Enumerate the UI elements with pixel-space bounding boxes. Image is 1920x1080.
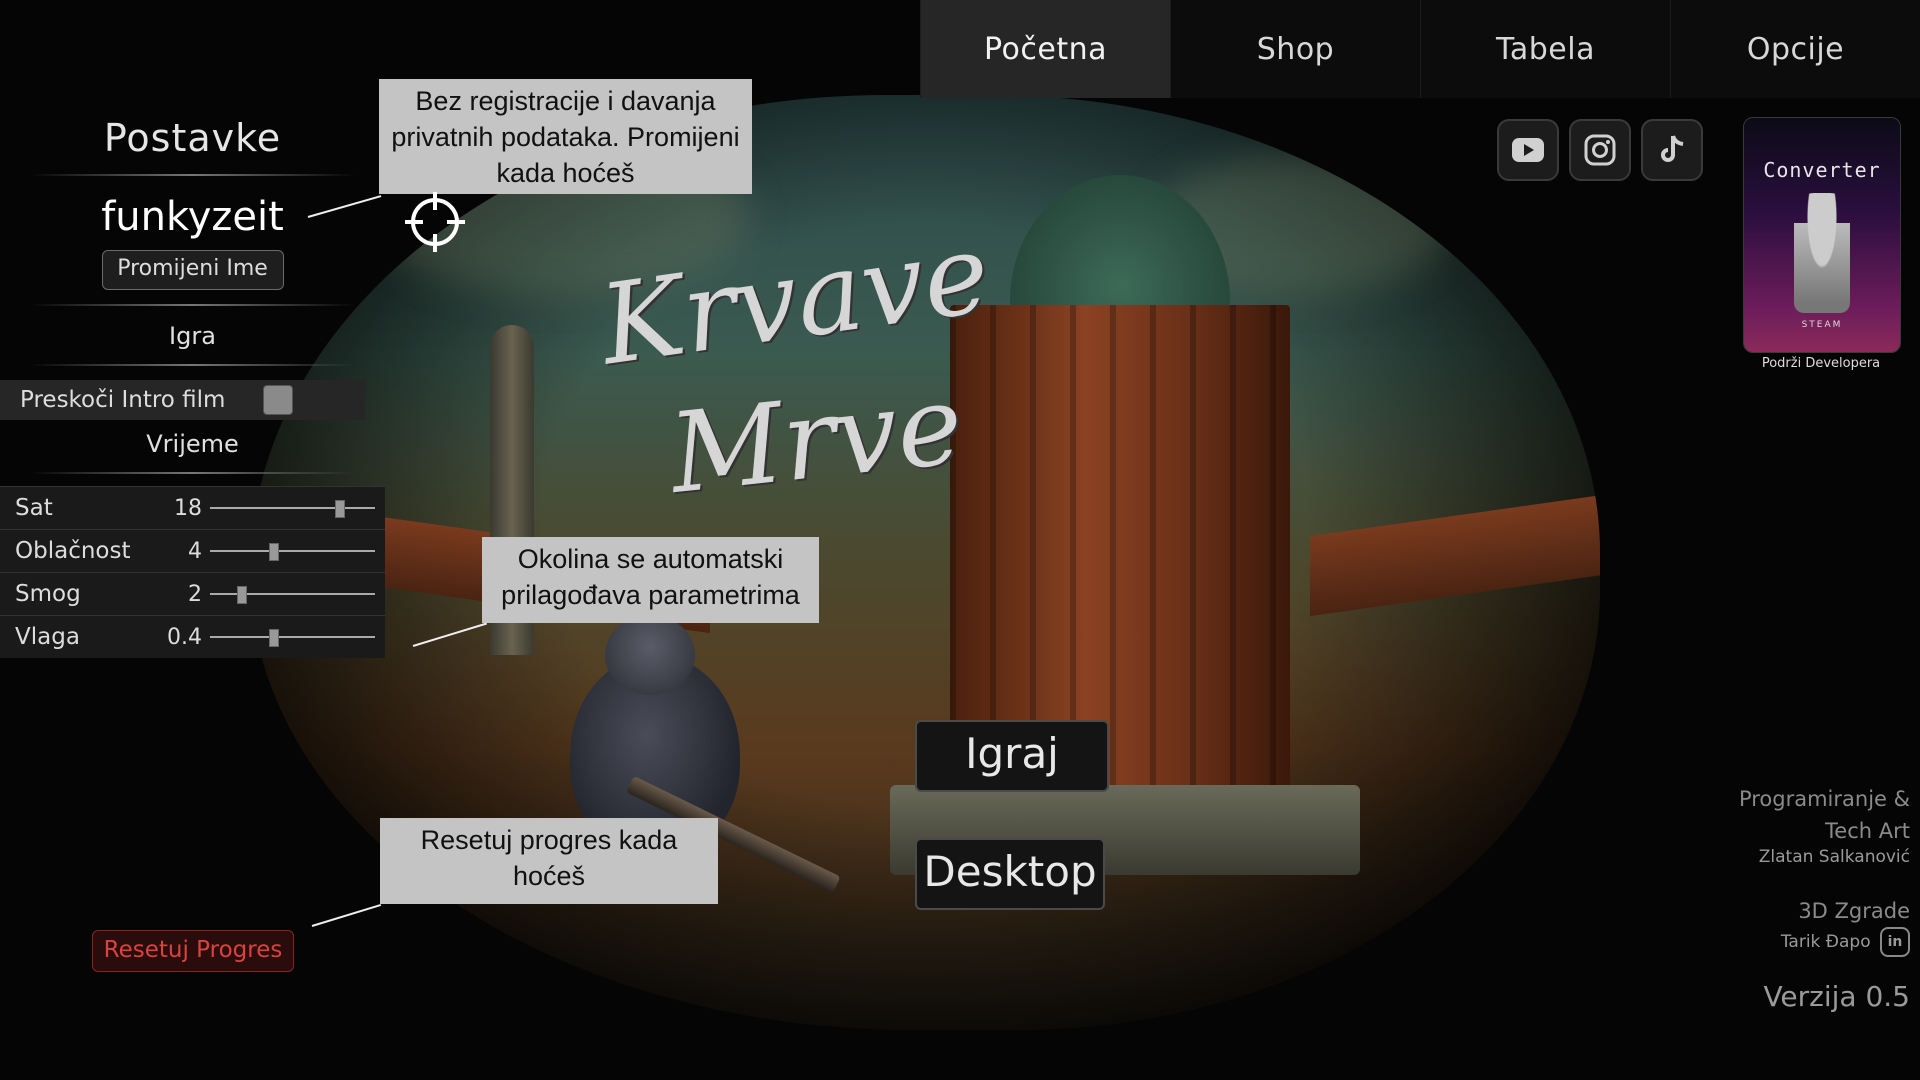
credit-role: Programiranje &	[1738, 787, 1910, 811]
roof-right	[1310, 493, 1600, 617]
support-developer-caption: Podrži Developera	[1761, 356, 1881, 371]
version-label: Verzija 0.5	[1763, 980, 1910, 1013]
slider-track[interactable]	[210, 500, 375, 518]
slider-knob[interactable]	[334, 500, 345, 518]
slider-knob[interactable]	[268, 543, 279, 561]
annotation-leader-line	[311, 903, 382, 927]
credit-name: Zlatan Salkanović	[1758, 847, 1910, 867]
slider-knob[interactable]	[237, 586, 248, 604]
credit-name: Tarik Đapo	[1780, 932, 1871, 952]
annotation-reset: Resetuj progres kada hoćeš	[380, 818, 718, 904]
divider	[30, 364, 355, 366]
reset-progress-button[interactable]: Resetuj Progres	[92, 930, 294, 972]
slider-track[interactable]	[210, 629, 375, 647]
slider-value: 2	[188, 581, 202, 607]
slider-knob[interactable]	[268, 629, 279, 647]
steam-logo: STEAM	[1801, 320, 1843, 330]
slider-label: Vlaga	[15, 624, 80, 650]
credits-3d: 3D Zgrade Tarik Đapo in	[1781, 895, 1910, 957]
slider-value: 4	[188, 538, 202, 564]
skip-intro-row[interactable]: Preskoči Intro film	[0, 380, 365, 420]
top-navigation: Početna Shop Tabela Opcije	[920, 0, 1920, 98]
linkedin-icon[interactable]: in	[1880, 927, 1910, 957]
time-section-label: Vrijeme	[146, 430, 239, 458]
youtube-icon[interactable]	[1497, 119, 1559, 181]
robot-figure	[1794, 193, 1850, 313]
game-section-label: Igra	[169, 322, 216, 350]
tab-opcije[interactable]: Opcije	[1670, 0, 1920, 98]
skip-intro-checkbox[interactable]	[263, 385, 293, 415]
credit-role: 3D Zgrade	[1798, 899, 1910, 923]
crosshair-icon	[405, 192, 465, 252]
settings-title: Postavke	[103, 116, 282, 160]
credit-name-row: Tarik Đapo in	[1781, 927, 1910, 957]
social-links	[1497, 119, 1703, 181]
converter-logo: Converter	[1763, 158, 1881, 182]
game-title-logo: Krvave Mrve	[590, 209, 997, 535]
tab-pocetna[interactable]: Početna	[920, 0, 1170, 98]
tab-tabela[interactable]: Tabela	[1420, 0, 1670, 98]
slider-label: Oblačnost	[15, 538, 131, 564]
slider-row-vlaga: Vlaga 0.4	[0, 615, 385, 658]
slider-track[interactable]	[210, 586, 375, 604]
title-line-2: Mrve	[664, 360, 969, 518]
slider-track[interactable]	[210, 543, 375, 561]
slider-label: Sat	[15, 495, 53, 521]
slider-row-oblacnost: Oblačnost 4	[0, 529, 385, 572]
divider	[30, 472, 355, 474]
desktop-button[interactable]: Desktop	[915, 838, 1105, 910]
slider-row-sat: Sat 18	[0, 486, 385, 529]
tiktok-icon[interactable]	[1641, 119, 1703, 181]
credit-role: Tech Art	[1825, 819, 1910, 843]
instagram-icon[interactable]	[1569, 119, 1631, 181]
support-developer-card[interactable]: Converter STEAM	[1743, 117, 1901, 353]
username: funkyzeit	[101, 194, 284, 240]
annotation-registration: Bez registracije i davanja privatnih pod…	[379, 79, 752, 194]
slider-row-smog: Smog 2	[0, 572, 385, 615]
play-button[interactable]: Igraj	[915, 720, 1109, 792]
pigeon-head	[605, 615, 695, 695]
rename-button[interactable]: Promijeni Ime	[101, 250, 284, 290]
slider-value: 18	[174, 495, 202, 521]
slider-value: 0.4	[167, 624, 202, 650]
weather-sliders: Sat 18 Oblačnost 4 Smog 2 Vlaga 0.4	[0, 486, 385, 658]
slider-label: Smog	[15, 581, 81, 607]
credits-programming: Programiranje & Tech Art Zlatan Salkanov…	[1739, 783, 1910, 867]
skip-intro-label: Preskoči Intro film	[20, 387, 226, 413]
annotation-environment: Okolina se automatski prilagođava parame…	[482, 537, 819, 623]
tab-shop[interactable]: Shop	[1170, 0, 1420, 98]
settings-panel: Postavke funkyzeit Promijeni Ime Igra Pr…	[0, 98, 385, 658]
